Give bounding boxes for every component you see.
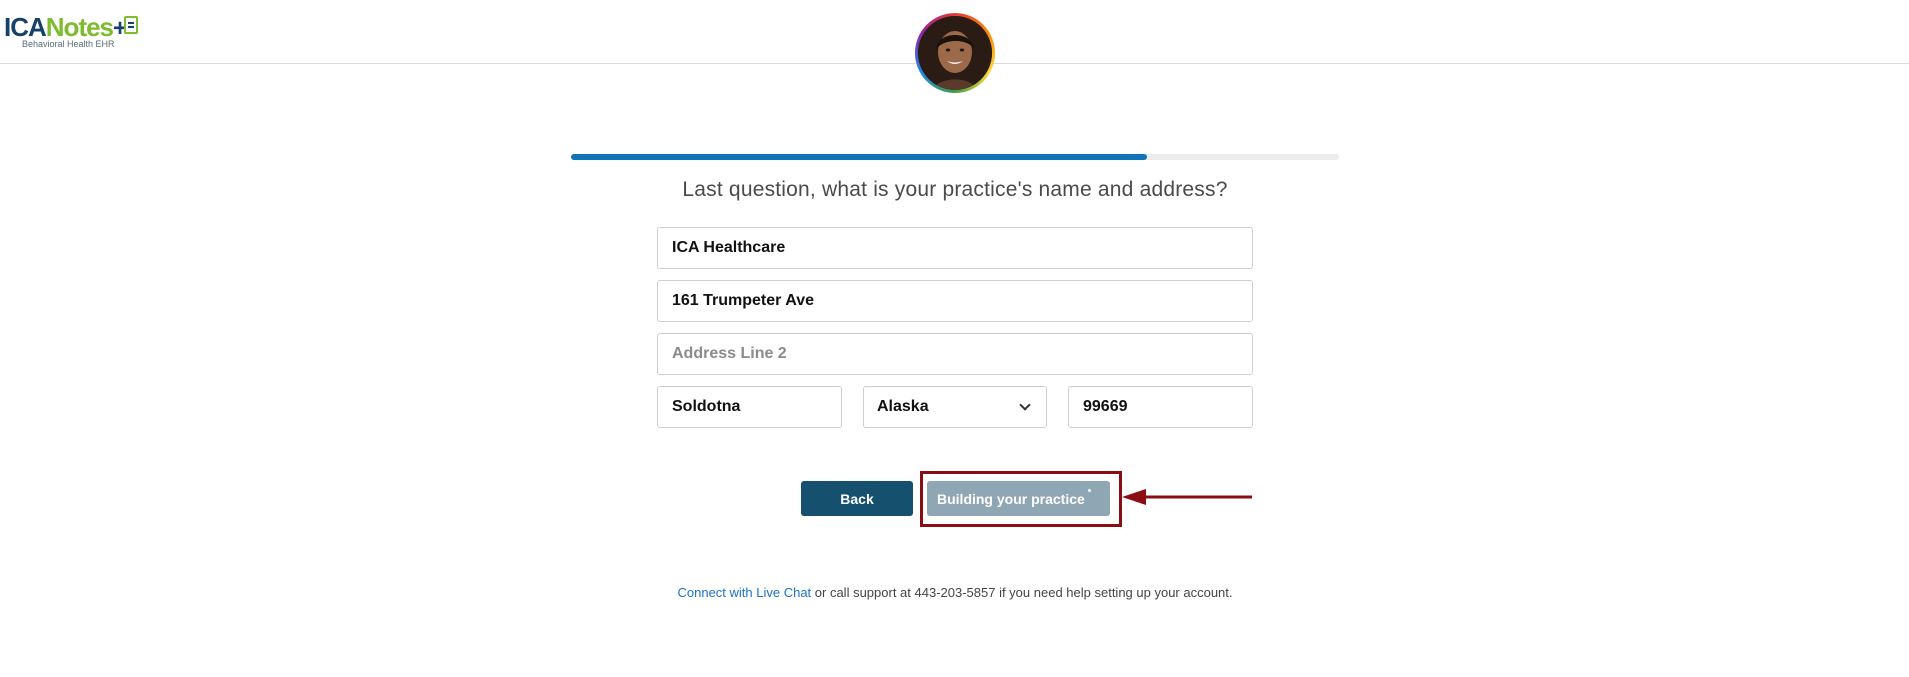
loading-spinner-icon	[1088, 489, 1091, 492]
logo-ica-text: ICA	[4, 12, 47, 42]
logo-wordmark: ICANotes+	[4, 14, 144, 42]
chevron-down-icon	[1019, 399, 1031, 411]
address-line1-input[interactable]	[657, 280, 1253, 322]
progress-bar	[571, 154, 1339, 160]
progress-bar-fill	[571, 154, 1147, 160]
state-select[interactable]: Alaska	[863, 386, 1047, 428]
support-text: or call support at 443-203-5857 if you n…	[811, 585, 1233, 600]
avatar-photo	[918, 16, 992, 90]
support-message: Connect with Live Chat or call support a…	[571, 585, 1339, 600]
state-select-value: Alaska	[877, 398, 929, 415]
city-input[interactable]	[657, 386, 842, 428]
arrow-left-icon	[1122, 489, 1252, 505]
zip-input[interactable]	[1068, 386, 1253, 428]
practice-name-input[interactable]	[657, 227, 1253, 269]
avatar-portrait-icon	[918, 16, 992, 90]
document-plus-icon	[124, 16, 139, 34]
logo-notes-text: Notes	[45, 12, 114, 42]
back-button[interactable]: Back	[801, 481, 913, 516]
logo-subtitle: Behavioral Health EHR	[22, 39, 115, 49]
address-line2-input[interactable]	[657, 333, 1253, 375]
assistant-avatar	[915, 13, 995, 93]
building-practice-button[interactable]: Building your practice	[927, 481, 1110, 516]
signup-page: ICANotes+ Behavioral Health EHR Last que…	[0, 0, 1909, 677]
question-heading: Last question, what is your practice's n…	[682, 178, 1228, 201]
live-chat-link[interactable]: Connect with Live Chat	[677, 585, 811, 600]
icanotes-logo[interactable]: ICANotes+ Behavioral Health EHR	[4, 14, 144, 52]
